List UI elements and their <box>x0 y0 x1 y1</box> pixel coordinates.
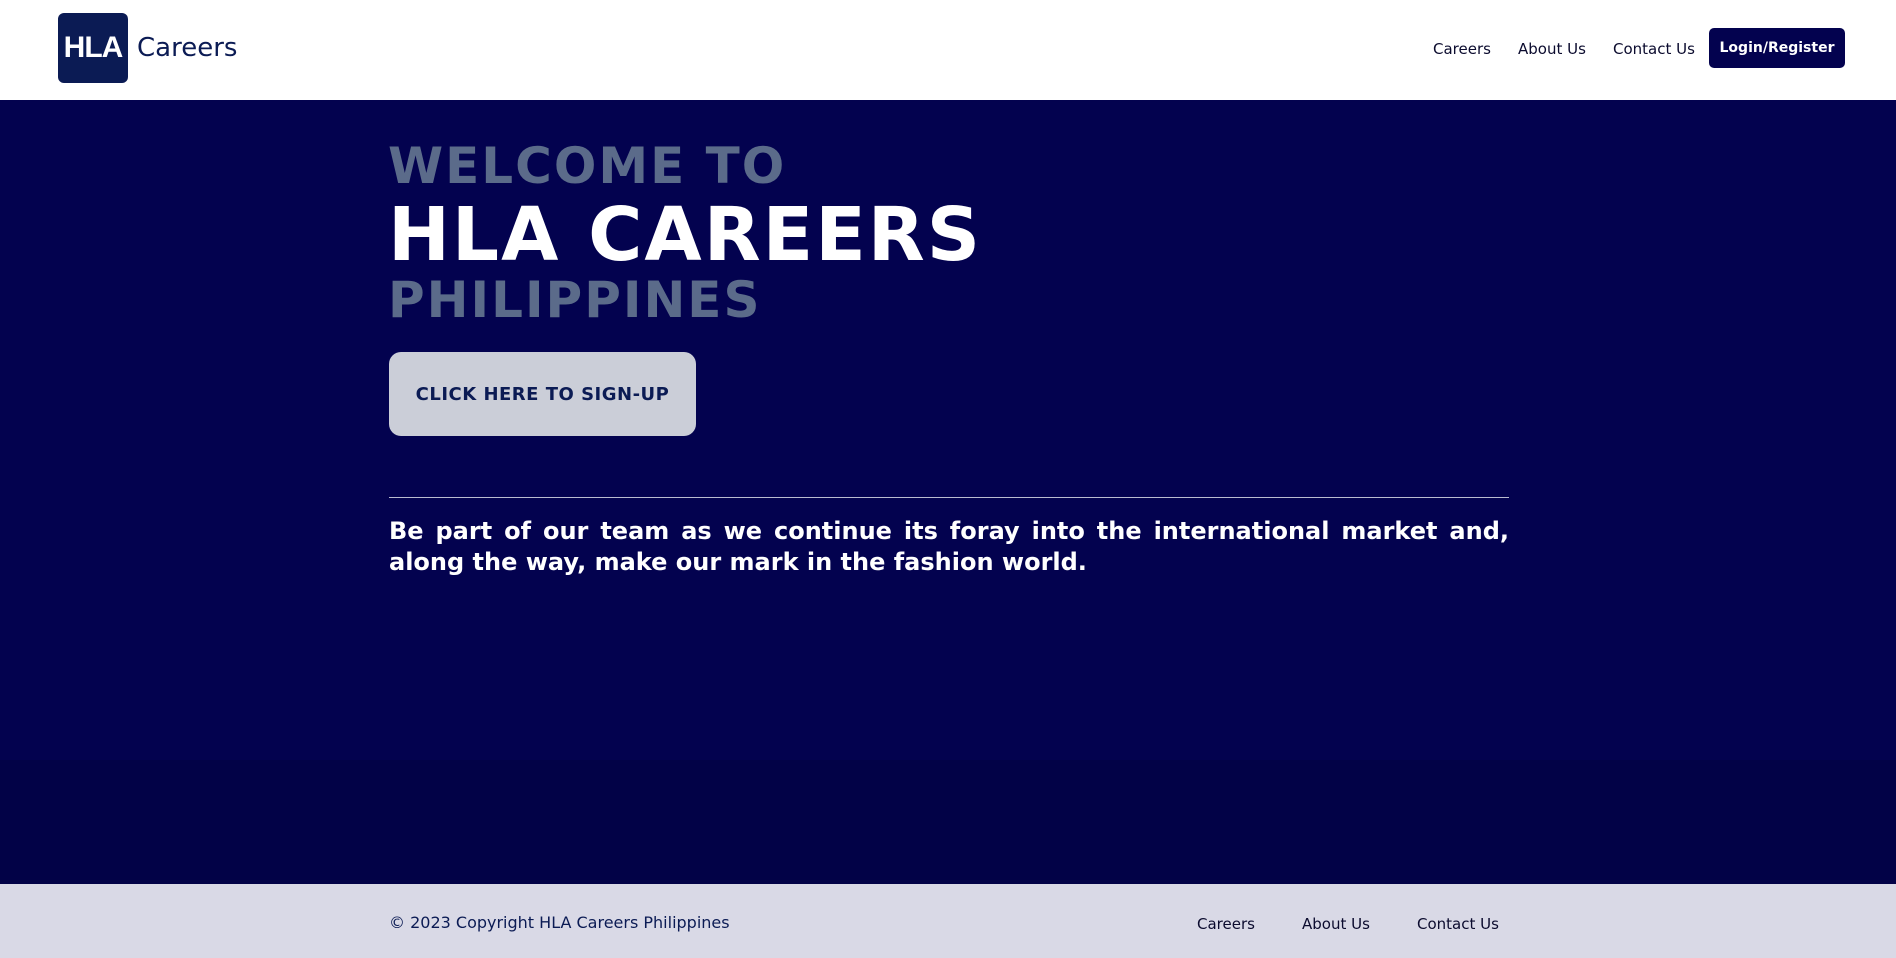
footer-careers-link[interactable]: Careers <box>1197 914 1255 934</box>
footer-contact-link[interactable]: Contact Us <box>1417 914 1499 934</box>
site-header: HLA Careers Careers About Us Contact Us … <box>0 0 1896 100</box>
hero-welcome-heading: WELCOME TO <box>388 137 787 195</box>
hero-subtitle: PHILIPPINES <box>388 271 762 329</box>
hla-logo[interactable]: HLA <box>58 13 128 83</box>
nav-about-link[interactable]: About Us <box>1518 39 1586 59</box>
hero-title: HLA CAREERS <box>388 192 983 278</box>
site-footer <box>0 884 1896 958</box>
logo-text[interactable]: Careers <box>137 31 237 65</box>
hero-tagline: Be part of our team as we continue its f… <box>389 517 1509 576</box>
hero-divider <box>389 497 1509 498</box>
hero-lower-band <box>0 760 1896 884</box>
nav-careers-link[interactable]: Careers <box>1433 39 1491 59</box>
nav-contact-link[interactable]: Contact Us <box>1613 39 1695 59</box>
footer-about-link[interactable]: About Us <box>1302 914 1370 934</box>
signup-button[interactable]: CLICK HERE TO SIGN-UP <box>389 352 696 436</box>
login-register-button[interactable]: Login/Register <box>1709 28 1845 68</box>
footer-copyright: © 2023 Copyright HLA Careers Philippines <box>389 913 730 932</box>
